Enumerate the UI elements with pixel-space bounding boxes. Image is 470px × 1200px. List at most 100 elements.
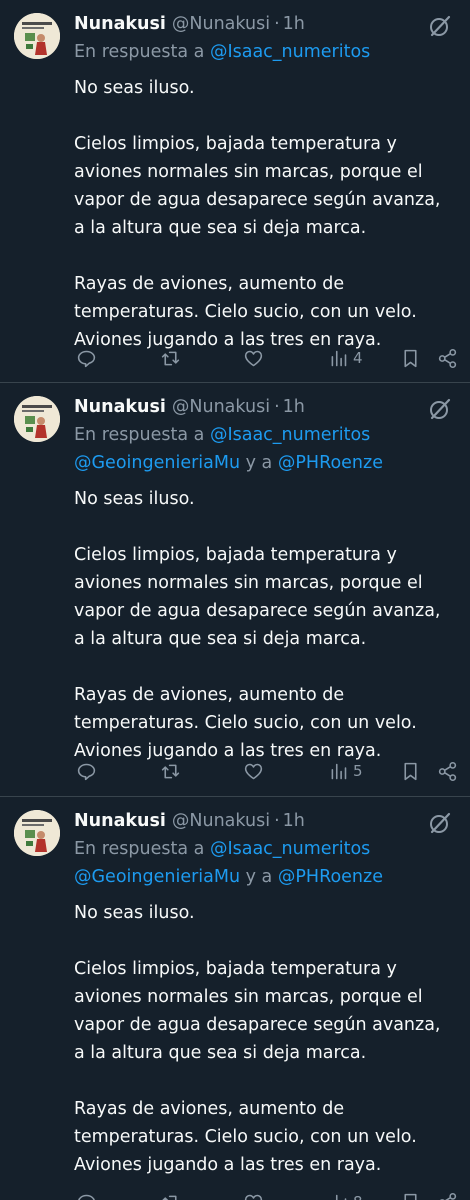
- grok-icon[interactable]: [428, 397, 452, 421]
- tweet-header: Nunakusi @Nunakusi · 1h: [74, 10, 454, 38]
- reply-prefix: En respuesta a: [74, 425, 205, 445]
- reply-conjunction: y a: [245, 867, 273, 887]
- bookmark-icon: [404, 1193, 417, 1200]
- tweet-text: No seas iluso. Cielos limpios, bajada te…: [74, 485, 454, 765]
- avatar-image: [14, 13, 60, 59]
- reply-button[interactable]: [76, 1191, 97, 1200]
- grok-icon[interactable]: [428, 14, 452, 38]
- tweet-paragraph: No seas iluso.: [74, 903, 195, 923]
- mention-link[interactable]: @PHRoenze: [278, 453, 383, 473]
- reply-context: En respuesta a @Isaac_numeritos: [74, 38, 454, 66]
- like-icon: [244, 1194, 263, 1200]
- tweet-paragraph: No seas iluso.: [74, 78, 195, 98]
- bookmark-button[interactable]: [400, 1191, 421, 1200]
- tweet-content: Nunakusi @Nunakusi · 1h En respuesta a @…: [74, 393, 454, 765]
- separator-dot: ·: [274, 397, 280, 417]
- reply-context: En respuesta a @Isaac_numeritos @Geoinge…: [74, 835, 454, 891]
- mention-link[interactable]: @Isaac_numeritos: [210, 425, 370, 445]
- tweet-actions: 4: [0, 343, 470, 373]
- views-icon: [331, 1194, 347, 1200]
- reply-conjunction: y a: [245, 453, 273, 473]
- avatar[interactable]: [14, 13, 60, 59]
- tweet-text: No seas iluso. Cielos limpios, bajada te…: [74, 74, 454, 354]
- reply-icon: [77, 350, 96, 367]
- share-button[interactable]: [437, 760, 458, 782]
- like-button[interactable]: [243, 347, 264, 369]
- tweet[interactable]: Nunakusi @Nunakusi · 1h En respuesta a @…: [0, 797, 470, 1200]
- tweet-paragraph: Rayas de aviones, aumento de temperatura…: [74, 274, 417, 350]
- grok-icon[interactable]: [428, 811, 452, 835]
- reply-button[interactable]: [76, 347, 97, 369]
- reply-button[interactable]: [76, 760, 97, 782]
- mention-link[interactable]: @GeoingenieriaMu: [74, 453, 240, 473]
- timestamp[interactable]: 1h: [283, 393, 305, 421]
- tweet-paragraph: Rayas de aviones, aumento de temperatura…: [74, 685, 417, 761]
- bookmark-button[interactable]: [400, 347, 421, 369]
- views-button[interactable]: 5: [328, 760, 363, 782]
- author-name[interactable]: Nunakusi: [74, 10, 166, 38]
- tweet-header: Nunakusi @Nunakusi · 1h: [74, 393, 454, 421]
- like-button[interactable]: [243, 760, 264, 782]
- like-button[interactable]: [243, 1191, 264, 1200]
- share-icon: [438, 761, 457, 781]
- author-handle[interactable]: @Nunakusi: [172, 393, 270, 421]
- reply-prefix: En respuesta a: [74, 42, 205, 62]
- bookmark-icon: [404, 349, 417, 367]
- mention-link[interactable]: @GeoingenieriaMu: [74, 867, 240, 887]
- timestamp[interactable]: 1h: [283, 807, 305, 835]
- views-button[interactable]: 8: [328, 1191, 363, 1200]
- tweet-paragraph: No seas iluso.: [74, 489, 195, 509]
- views-icon: [331, 350, 347, 366]
- mention-link[interactable]: @Isaac_numeritos: [210, 42, 370, 62]
- avatar-image: [14, 396, 60, 442]
- retweet-button[interactable]: [160, 347, 181, 369]
- reply-icon: [77, 763, 96, 780]
- tweet-content: Nunakusi @Nunakusi · 1h En respuesta a @…: [74, 807, 454, 1179]
- like-icon: [244, 350, 263, 366]
- tweet[interactable]: Nunakusi @Nunakusi · 1h En respuesta a @…: [0, 0, 470, 383]
- views-button[interactable]: 4: [328, 347, 363, 369]
- timeline-feed: Nunakusi @Nunakusi · 1h En respuesta a @…: [0, 0, 470, 1200]
- retweet-button[interactable]: [160, 760, 181, 782]
- reply-context: En respuesta a @Isaac_numeritos @Geoinge…: [74, 421, 454, 477]
- views-count: 8: [353, 1193, 363, 1200]
- share-button[interactable]: [437, 347, 458, 369]
- bookmark-icon: [404, 762, 417, 780]
- avatar[interactable]: [14, 810, 60, 856]
- author-handle[interactable]: @Nunakusi: [172, 807, 270, 835]
- retweet-button[interactable]: [160, 1191, 181, 1200]
- reply-prefix: En respuesta a: [74, 839, 205, 859]
- separator-dot: ·: [274, 811, 280, 831]
- author-handle[interactable]: @Nunakusi: [172, 10, 270, 38]
- tweet-paragraph: Cielos limpios, bajada temperatura y avi…: [74, 545, 441, 649]
- tweet-paragraph: Cielos limpios, bajada temperatura y avi…: [74, 134, 441, 238]
- share-icon: [439, 1192, 457, 1200]
- like-icon: [244, 763, 263, 779]
- avatar-image: [14, 810, 60, 856]
- tweet-header: Nunakusi @Nunakusi · 1h: [74, 807, 454, 835]
- tweet[interactable]: Nunakusi @Nunakusi · 1h En respuesta a @…: [0, 383, 470, 797]
- tweet-paragraph: Cielos limpios, bajada temperatura y avi…: [74, 959, 441, 1063]
- views-count: 4: [353, 349, 363, 367]
- tweet-paragraph: Rayas de aviones, aumento de temperatura…: [74, 1099, 417, 1175]
- tweet-actions: 5: [0, 756, 470, 786]
- author-name[interactable]: Nunakusi: [74, 393, 166, 421]
- retweet-icon: [161, 764, 180, 778]
- mention-link[interactable]: @PHRoenze: [278, 867, 383, 887]
- author-name[interactable]: Nunakusi: [74, 807, 166, 835]
- separator-dot: ·: [274, 14, 280, 34]
- views-icon: [331, 763, 347, 779]
- retweet-icon: [161, 351, 180, 365]
- tweet-actions: 8: [0, 1187, 470, 1200]
- bookmark-button[interactable]: [400, 760, 421, 782]
- retweet-icon: [161, 1195, 177, 1200]
- share-button[interactable]: [437, 1191, 458, 1200]
- avatar[interactable]: [14, 396, 60, 442]
- mention-link[interactable]: @Isaac_numeritos: [210, 839, 370, 859]
- timestamp[interactable]: 1h: [283, 10, 305, 38]
- tweet-content: Nunakusi @Nunakusi · 1h En respuesta a @…: [74, 10, 454, 354]
- views-count: 5: [353, 762, 363, 780]
- share-icon: [438, 348, 457, 368]
- reply-icon: [77, 1194, 96, 1200]
- tweet-text: No seas iluso. Cielos limpios, bajada te…: [74, 899, 454, 1179]
